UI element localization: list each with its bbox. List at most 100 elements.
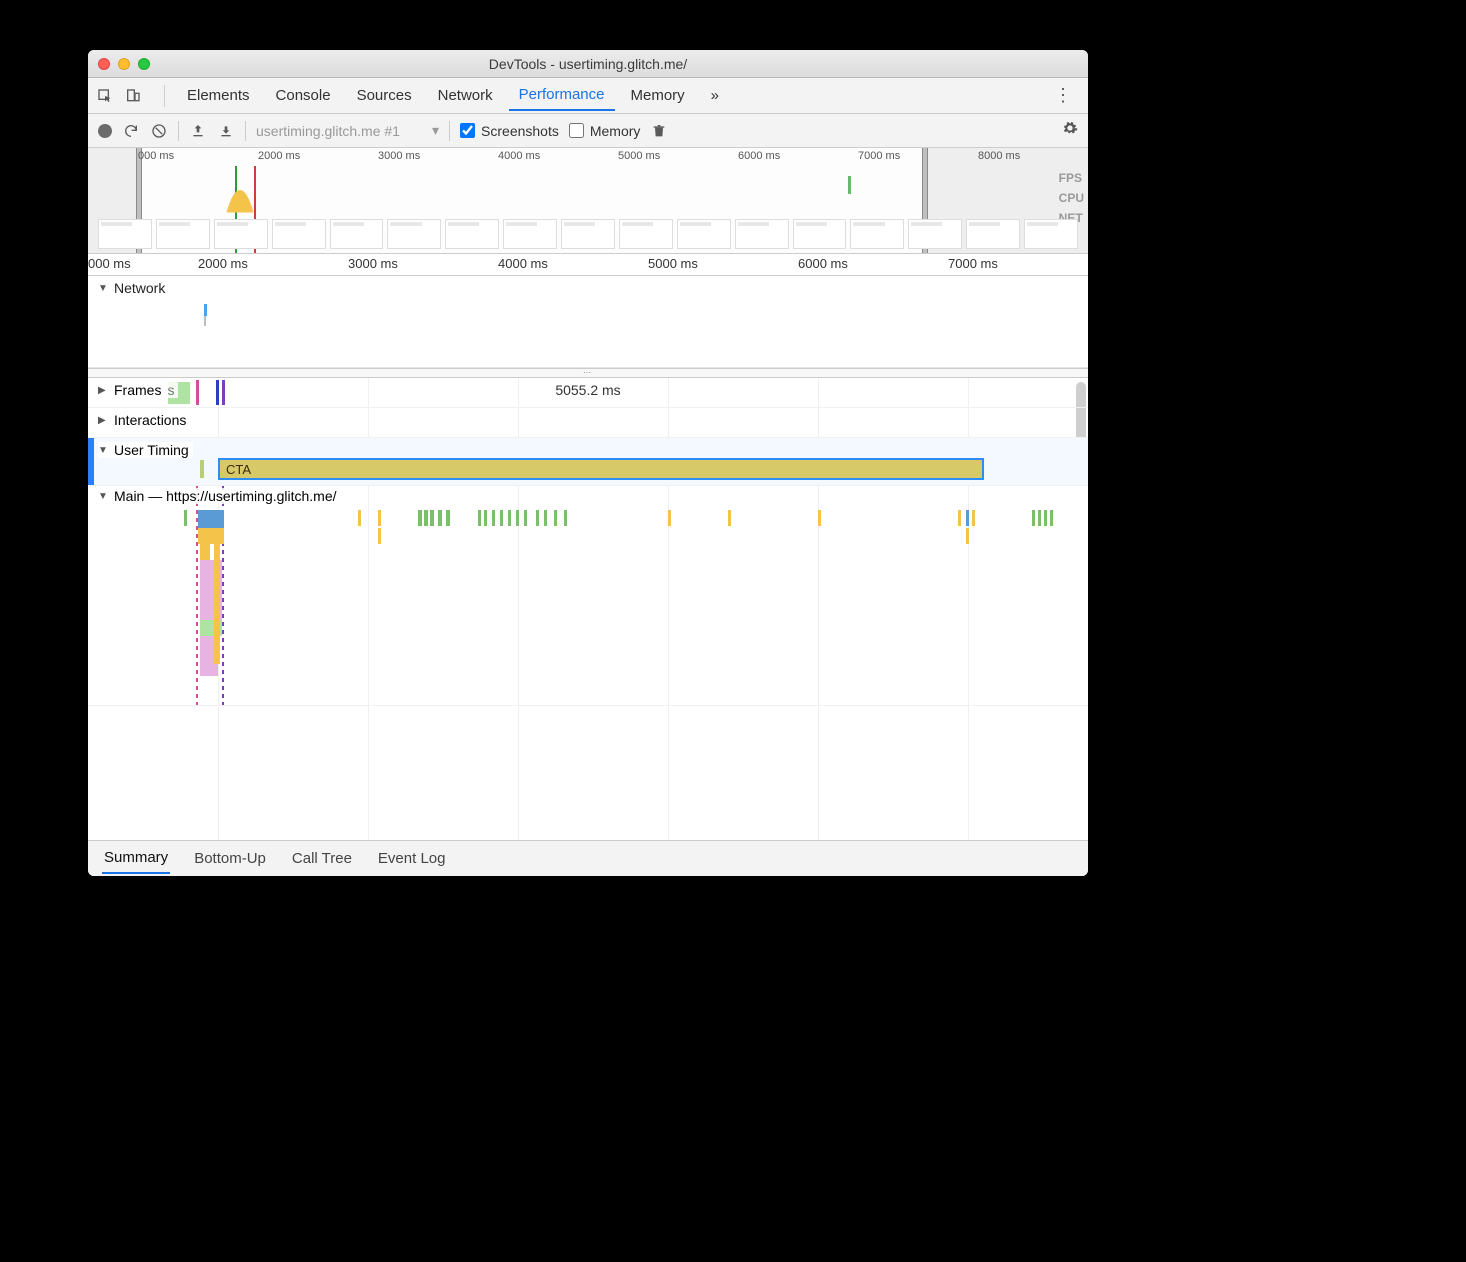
triangle-right-icon: ▶ xyxy=(98,415,110,426)
upload-icon[interactable] xyxy=(189,122,207,140)
flame-tick[interactable] xyxy=(972,510,975,526)
resize-handle[interactable]: ⋯ xyxy=(88,368,1088,378)
flame-tick[interactable] xyxy=(378,528,381,544)
titlebar[interactable]: DevTools - usertiming.glitch.me/ xyxy=(88,50,1088,78)
flame-tick[interactable] xyxy=(508,510,511,526)
tab-memory[interactable]: Memory xyxy=(621,81,695,110)
flame-tick[interactable] xyxy=(818,510,821,526)
flame-tick[interactable] xyxy=(668,510,671,526)
flame-tick[interactable] xyxy=(516,510,519,526)
gear-icon[interactable] xyxy=(1062,120,1078,141)
flame-tick[interactable] xyxy=(484,510,487,526)
main-label: Main — https://usertiming.glitch.me/ xyxy=(114,488,337,504)
flame-tick[interactable] xyxy=(1050,510,1053,526)
tab-summary[interactable]: Summary xyxy=(102,843,170,874)
flame-tick[interactable] xyxy=(536,510,539,526)
flame-tick[interactable] xyxy=(438,510,442,526)
flame-tick[interactable] xyxy=(492,510,495,526)
flame-chart-area[interactable]: ▶ Frames s 5055.2 ms ▶ Interactions ▼ Us… xyxy=(88,378,1088,840)
user-timing-cta-bar[interactable]: CTA xyxy=(218,458,984,480)
flame-tick[interactable] xyxy=(1038,510,1041,526)
profile-label: usertiming.glitch.me #1 xyxy=(256,123,426,139)
interactions-header[interactable]: ▶ Interactions xyxy=(98,412,190,428)
flame-tick[interactable] xyxy=(358,510,361,526)
interactions-track[interactable]: ▶ Interactions xyxy=(88,408,1088,438)
devtools-window: DevTools - usertiming.glitch.me/ Element… xyxy=(88,50,1088,876)
flame-tick[interactable] xyxy=(424,510,428,526)
flame-tick[interactable] xyxy=(524,510,527,526)
tab-elements[interactable]: Elements xyxy=(177,81,260,110)
frames-header[interactable]: ▶ Frames s xyxy=(98,382,178,398)
network-request-mark[interactable] xyxy=(204,316,206,326)
download-icon[interactable] xyxy=(217,122,235,140)
clear-icon[interactable] xyxy=(150,122,168,140)
flame-task[interactable] xyxy=(198,510,224,528)
main-header[interactable]: ▼ Main — https://usertiming.glitch.me/ xyxy=(98,488,341,504)
flame-tick[interactable] xyxy=(418,510,422,526)
flame-tick[interactable] xyxy=(554,510,557,526)
ruler-tick: 4000 ms xyxy=(498,256,548,271)
flame-tick[interactable] xyxy=(958,510,961,526)
flame-task[interactable] xyxy=(198,528,224,544)
tab-overflow[interactable]: » xyxy=(701,81,729,110)
screenshots-input[interactable] xyxy=(460,123,475,138)
triangle-down-icon: ▼ xyxy=(98,445,110,456)
tab-call-tree[interactable]: Call Tree xyxy=(290,844,354,873)
tab-network[interactable]: Network xyxy=(428,81,503,110)
inspect-icon[interactable] xyxy=(96,87,114,105)
tab-performance[interactable]: Performance xyxy=(509,80,615,111)
flame-tick[interactable] xyxy=(966,528,969,544)
flame-tick[interactable] xyxy=(966,510,969,526)
flame-tick[interactable] xyxy=(446,510,450,526)
tab-sources[interactable]: Sources xyxy=(347,81,422,110)
memory-label: Memory xyxy=(590,123,641,139)
flame-tick[interactable] xyxy=(1044,510,1047,526)
network-lane-label: Network xyxy=(114,280,165,296)
frames-time: 5055.2 ms xyxy=(88,382,1088,398)
triangle-right-icon: ▶ xyxy=(98,385,110,396)
overview-timeline[interactable]: 000 ms 2000 ms 3000 ms 4000 ms 5000 ms 6… xyxy=(88,148,1088,254)
profile-select[interactable]: usertiming.glitch.me #1 ▾ xyxy=(256,122,439,139)
network-request-mark[interactable] xyxy=(204,304,207,316)
flame-tick[interactable] xyxy=(478,510,481,526)
user-timing-header[interactable]: ▼ User Timing xyxy=(98,442,193,458)
network-lane-header[interactable]: ▼ Network xyxy=(88,276,1088,300)
memory-checkbox[interactable]: Memory xyxy=(569,123,641,139)
reload-icon[interactable] xyxy=(122,122,140,140)
ov-tick: 8000 ms xyxy=(978,150,1020,162)
timeline-ruler[interactable]: 000 ms 2000 ms 3000 ms 4000 ms 5000 ms 6… xyxy=(88,254,1088,276)
kebab-icon[interactable]: ⋮ xyxy=(1046,85,1080,106)
flame-tick[interactable] xyxy=(1032,510,1035,526)
record-icon[interactable] xyxy=(98,124,112,138)
tab-console[interactable]: Console xyxy=(266,81,341,110)
frames-track[interactable]: ▶ Frames s 5055.2 ms xyxy=(88,378,1088,408)
main-tabs: Elements Console Sources Network Perform… xyxy=(88,78,1088,114)
user-timing-mark[interactable] xyxy=(200,460,204,478)
details-tabs: Summary Bottom-Up Call Tree Event Log xyxy=(88,840,1088,876)
user-timing-track[interactable]: ▼ User Timing CTA xyxy=(88,438,1088,486)
triangle-down-icon: ▼ xyxy=(98,283,110,294)
ruler-tick: 5000 ms xyxy=(648,256,698,271)
triangle-down-icon: ▼ xyxy=(98,491,110,502)
flame-tick[interactable] xyxy=(728,510,731,526)
ov-tick: 4000 ms xyxy=(498,150,540,162)
flame-tick[interactable] xyxy=(500,510,503,526)
tab-event-log[interactable]: Event Log xyxy=(376,844,448,873)
ov-tick: 3000 ms xyxy=(378,150,420,162)
flame-task[interactable] xyxy=(214,544,220,664)
flame-tick[interactable] xyxy=(544,510,547,526)
screenshots-label: Screenshots xyxy=(481,123,559,139)
trash-icon[interactable] xyxy=(650,122,668,140)
memory-input[interactable] xyxy=(569,123,584,138)
flame-task[interactable] xyxy=(200,544,210,560)
tab-bottom-up[interactable]: Bottom-Up xyxy=(192,844,268,873)
flame-tick[interactable] xyxy=(184,510,187,526)
flame-tick[interactable] xyxy=(378,510,381,526)
device-icon[interactable] xyxy=(124,87,142,105)
flame-tick[interactable] xyxy=(564,510,567,526)
screenshots-checkbox[interactable]: Screenshots xyxy=(460,123,559,139)
ov-tick: 2000 ms xyxy=(258,150,300,162)
flame-tick[interactable] xyxy=(430,510,434,526)
network-lane[interactable]: ▼ Network xyxy=(88,276,1088,368)
main-track[interactable]: ▼ Main — https://usertiming.glitch.me/ xyxy=(88,486,1088,706)
